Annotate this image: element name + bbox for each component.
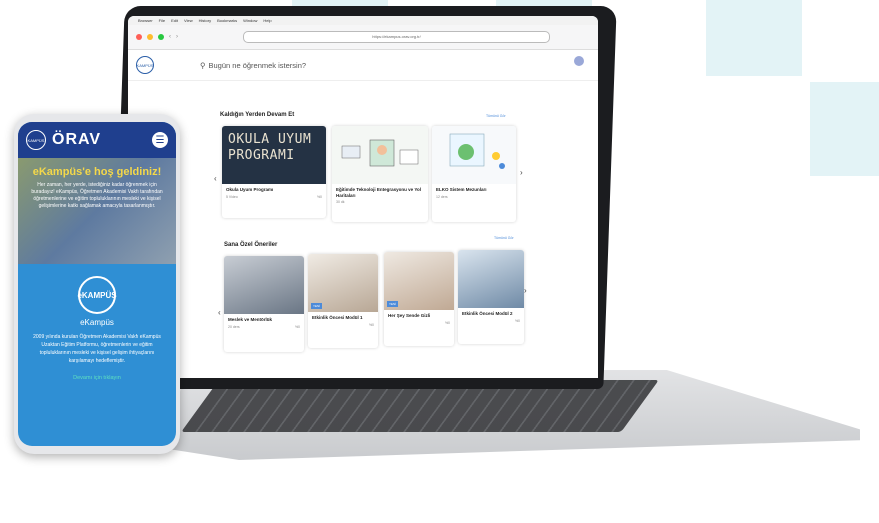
hamburger-menu-icon[interactable]: ☰ — [152, 132, 168, 148]
course-card[interactable]: Meslek ve Mentörlük 20 ders %0 — [224, 256, 304, 352]
course-card-title: Okula Uyum Programı — [226, 187, 274, 192]
course-card-image — [224, 256, 304, 314]
phone-logo[interactable]: KAMPÜS — [26, 130, 46, 150]
course-card[interactable]: ELKO Sistem Mezunları 12 ders — [432, 126, 516, 222]
menu-item[interactable]: File — [159, 18, 165, 23]
course-card-image: YENİ — [384, 252, 454, 310]
menu-item[interactable]: Help — [263, 18, 271, 23]
course-card-title: ELKO Sistem Mezunları — [436, 187, 487, 192]
course-card-progress: %0 — [294, 324, 300, 329]
phone-screen: KAMPÜS ÖRAV ☰ eKampüs'e hoş geldiniz! He… — [18, 122, 176, 446]
carousel-next-icon[interactable]: › — [520, 168, 523, 177]
menu-item[interactable]: Browser — [138, 18, 153, 23]
course-card-duration: 5 Video — [226, 194, 238, 199]
menu-item[interactable]: View — [184, 18, 193, 23]
carousel-prev-icon[interactable]: ‹ — [214, 174, 217, 183]
decor-square — [706, 0, 802, 76]
laptop-screen: Browser File Edit View History Bookmarks… — [128, 16, 598, 378]
maximize-window-button[interactable] — [158, 34, 164, 40]
carousel-prev-icon[interactable]: ‹ — [218, 308, 221, 317]
course-card-duration: 20 ders — [228, 324, 240, 329]
mac-menubar: Browser File Edit View History Bookmarks… — [128, 16, 598, 25]
course-card-title: Eğitimde Teknoloji Entegrasyonu ve Yol H… — [336, 187, 422, 198]
site-header: KAMPÜS ⚲ Bugün ne öğrenmek istersin? — [128, 50, 598, 81]
new-badge: YENİ — [387, 301, 399, 307]
course-card-meta: 20 ders %0 — [224, 323, 304, 331]
ekampus-title: eKampüs — [80, 318, 114, 327]
menu-item[interactable]: History — [199, 18, 211, 23]
phone-header: KAMPÜS ÖRAV ☰ — [18, 122, 176, 158]
course-card-progress: %0 — [316, 194, 322, 199]
course-card[interactable]: Eğitimde Teknoloji Entegrasyonu ve Yol H… — [332, 126, 428, 222]
ekampus-description: 2009 yılında kurulan Öğretmen Akademisi … — [33, 334, 161, 364]
course-card-title: Her Şey Sende Gizli — [388, 313, 431, 318]
course-card-meta: 5 Video %0 — [222, 193, 326, 201]
illustration-icon — [341, 139, 419, 167]
carousel-next-icon[interactable]: › — [524, 286, 527, 295]
hero-banner: eKampüs'e hoş geldiniz! Her zaman, her y… — [18, 158, 176, 264]
ekampus-logo: eKAMPÜS — [77, 276, 117, 314]
illustration-icon — [449, 133, 505, 169]
menu-item[interactable]: Window — [243, 18, 257, 23]
course-card-meta: 30 dk — [336, 200, 345, 204]
section-title-recommended: Sana Özel Öneriler — [224, 242, 278, 248]
course-card-progress: %0 — [514, 318, 520, 323]
see-all-link[interactable]: Tümünü Gör — [486, 114, 506, 118]
search-box[interactable]: ⚲ Bugün ne öğrenmek istersin? — [200, 61, 306, 70]
course-card-title: Etkinlik Öncesi Modül 1 — [312, 315, 363, 320]
course-card-title: Etkinlik Öncesi Modül 2 — [462, 311, 513, 316]
course-card-image: YENİ — [308, 254, 378, 312]
hero-text: Her zaman, her yerde, istediğiniz kadar … — [31, 182, 163, 209]
course-card-meta: 12 ders — [436, 194, 448, 199]
brand-name: ÖRAV — [52, 131, 102, 148]
search-placeholder: Bugün ne öğrenmek istersin? — [208, 60, 307, 70]
course-card[interactable]: Etkinlik Öncesi Modül 2 %0 — [458, 250, 524, 344]
site-logo[interactable]: KAMPÜS — [136, 56, 154, 74]
course-card-image — [332, 126, 428, 184]
menu-item[interactable]: Bookmarks — [217, 18, 237, 23]
course-card-image — [458, 250, 524, 308]
close-window-button[interactable] — [136, 34, 142, 40]
section-title-continue: Kaldığın Yerden Devam Et — [220, 112, 295, 118]
phone-body: eKAMPÜS eKampüs 2009 yılında kurulan Öğr… — [18, 264, 176, 389]
minimize-window-button[interactable] — [147, 34, 153, 40]
nav-forward-icon[interactable]: › — [176, 34, 178, 40]
avatar[interactable] — [574, 56, 584, 66]
decor-square — [810, 82, 879, 176]
course-card-title: Meslek ve Mentörlük — [228, 317, 273, 322]
course-card[interactable]: YENİ Etkinlik Öncesi Modül 1 %0 — [308, 254, 378, 348]
course-card-progress: %0 — [444, 320, 450, 325]
course-card[interactable]: OKULA UYUM PROGRAMI Okula Uyum Programı … — [222, 126, 326, 218]
search-icon: ⚲ — [200, 60, 206, 70]
browser-toolbar: ‹ › https://ekampus.orav.org.tr/ — [128, 25, 598, 50]
new-badge: YENİ — [311, 303, 323, 309]
course-card-image — [432, 126, 516, 184]
url-bar[interactable]: https://ekampus.orav.org.tr/ — [243, 31, 550, 43]
course-card[interactable]: YENİ Her Şey Sende Gizli %0 — [384, 252, 454, 346]
read-more-link[interactable]: Devamı için tıklayın — [28, 375, 166, 381]
menu-item[interactable]: Edit — [171, 18, 178, 23]
course-card-progress: %0 — [368, 322, 374, 327]
course-card-image: OKULA UYUM PROGRAMI — [222, 126, 326, 184]
nav-back-icon[interactable]: ‹ — [169, 34, 171, 40]
see-all-link[interactable]: Tümünü Gör — [494, 236, 514, 240]
hero-title: eKampüs'e hoş geldiniz! — [32, 166, 162, 178]
